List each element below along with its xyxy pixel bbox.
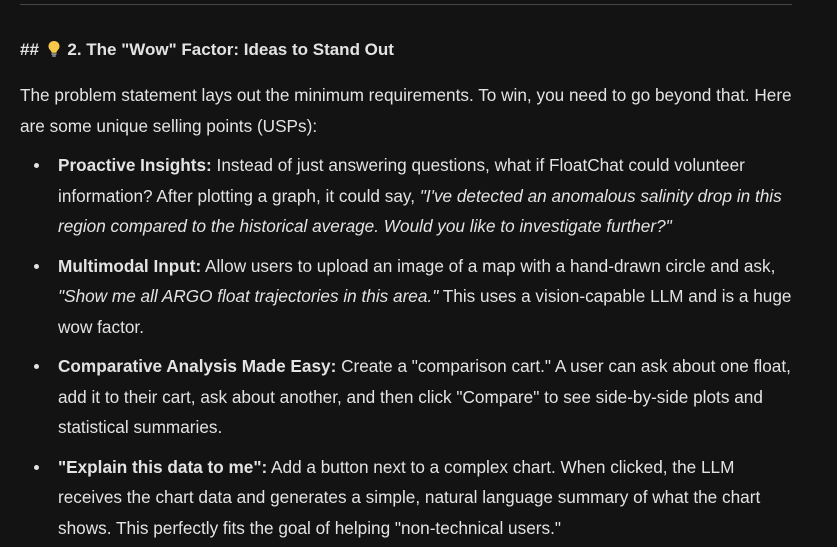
item-title: Proactive Insights: bbox=[58, 155, 212, 175]
list-item: Multimodal Input: Allow users to upload … bbox=[20, 251, 800, 343]
list-item: "Explain this data to me": Add a button … bbox=[20, 452, 800, 544]
heading-prefix: ## bbox=[20, 40, 39, 59]
list-item: Proactive Insights: Instead of just answ… bbox=[20, 150, 800, 242]
section-divider bbox=[20, 4, 792, 5]
intro-paragraph: The problem statement lays out the minim… bbox=[20, 85, 792, 136]
bullet-icon bbox=[34, 464, 39, 470]
item-title: "Explain this data to me": bbox=[58, 456, 268, 477]
item-quote: "Show me all ARGO float trajectories in … bbox=[58, 286, 439, 306]
item-title: Comparative Analysis Made Easy: bbox=[58, 356, 337, 376]
list-item: Comparative Analysis Made Easy: Create a… bbox=[20, 351, 800, 443]
item-text: Allow users to upload an image of a map … bbox=[201, 255, 776, 276]
lightbulb-icon bbox=[48, 41, 60, 57]
bullet-icon bbox=[34, 263, 39, 269]
bullet-icon bbox=[34, 163, 39, 168]
section-heading: ## 2. The "Wow" Factor: Ideas to Stand O… bbox=[20, 38, 394, 62]
item-title: Multimodal Input: bbox=[58, 255, 202, 276]
bullet-icon bbox=[34, 364, 39, 369]
heading-text: 2. The "Wow" Factor: Ideas to Stand Out bbox=[67, 40, 394, 59]
usp-list: Proactive Insights: Instead of just answ… bbox=[20, 150, 800, 547]
